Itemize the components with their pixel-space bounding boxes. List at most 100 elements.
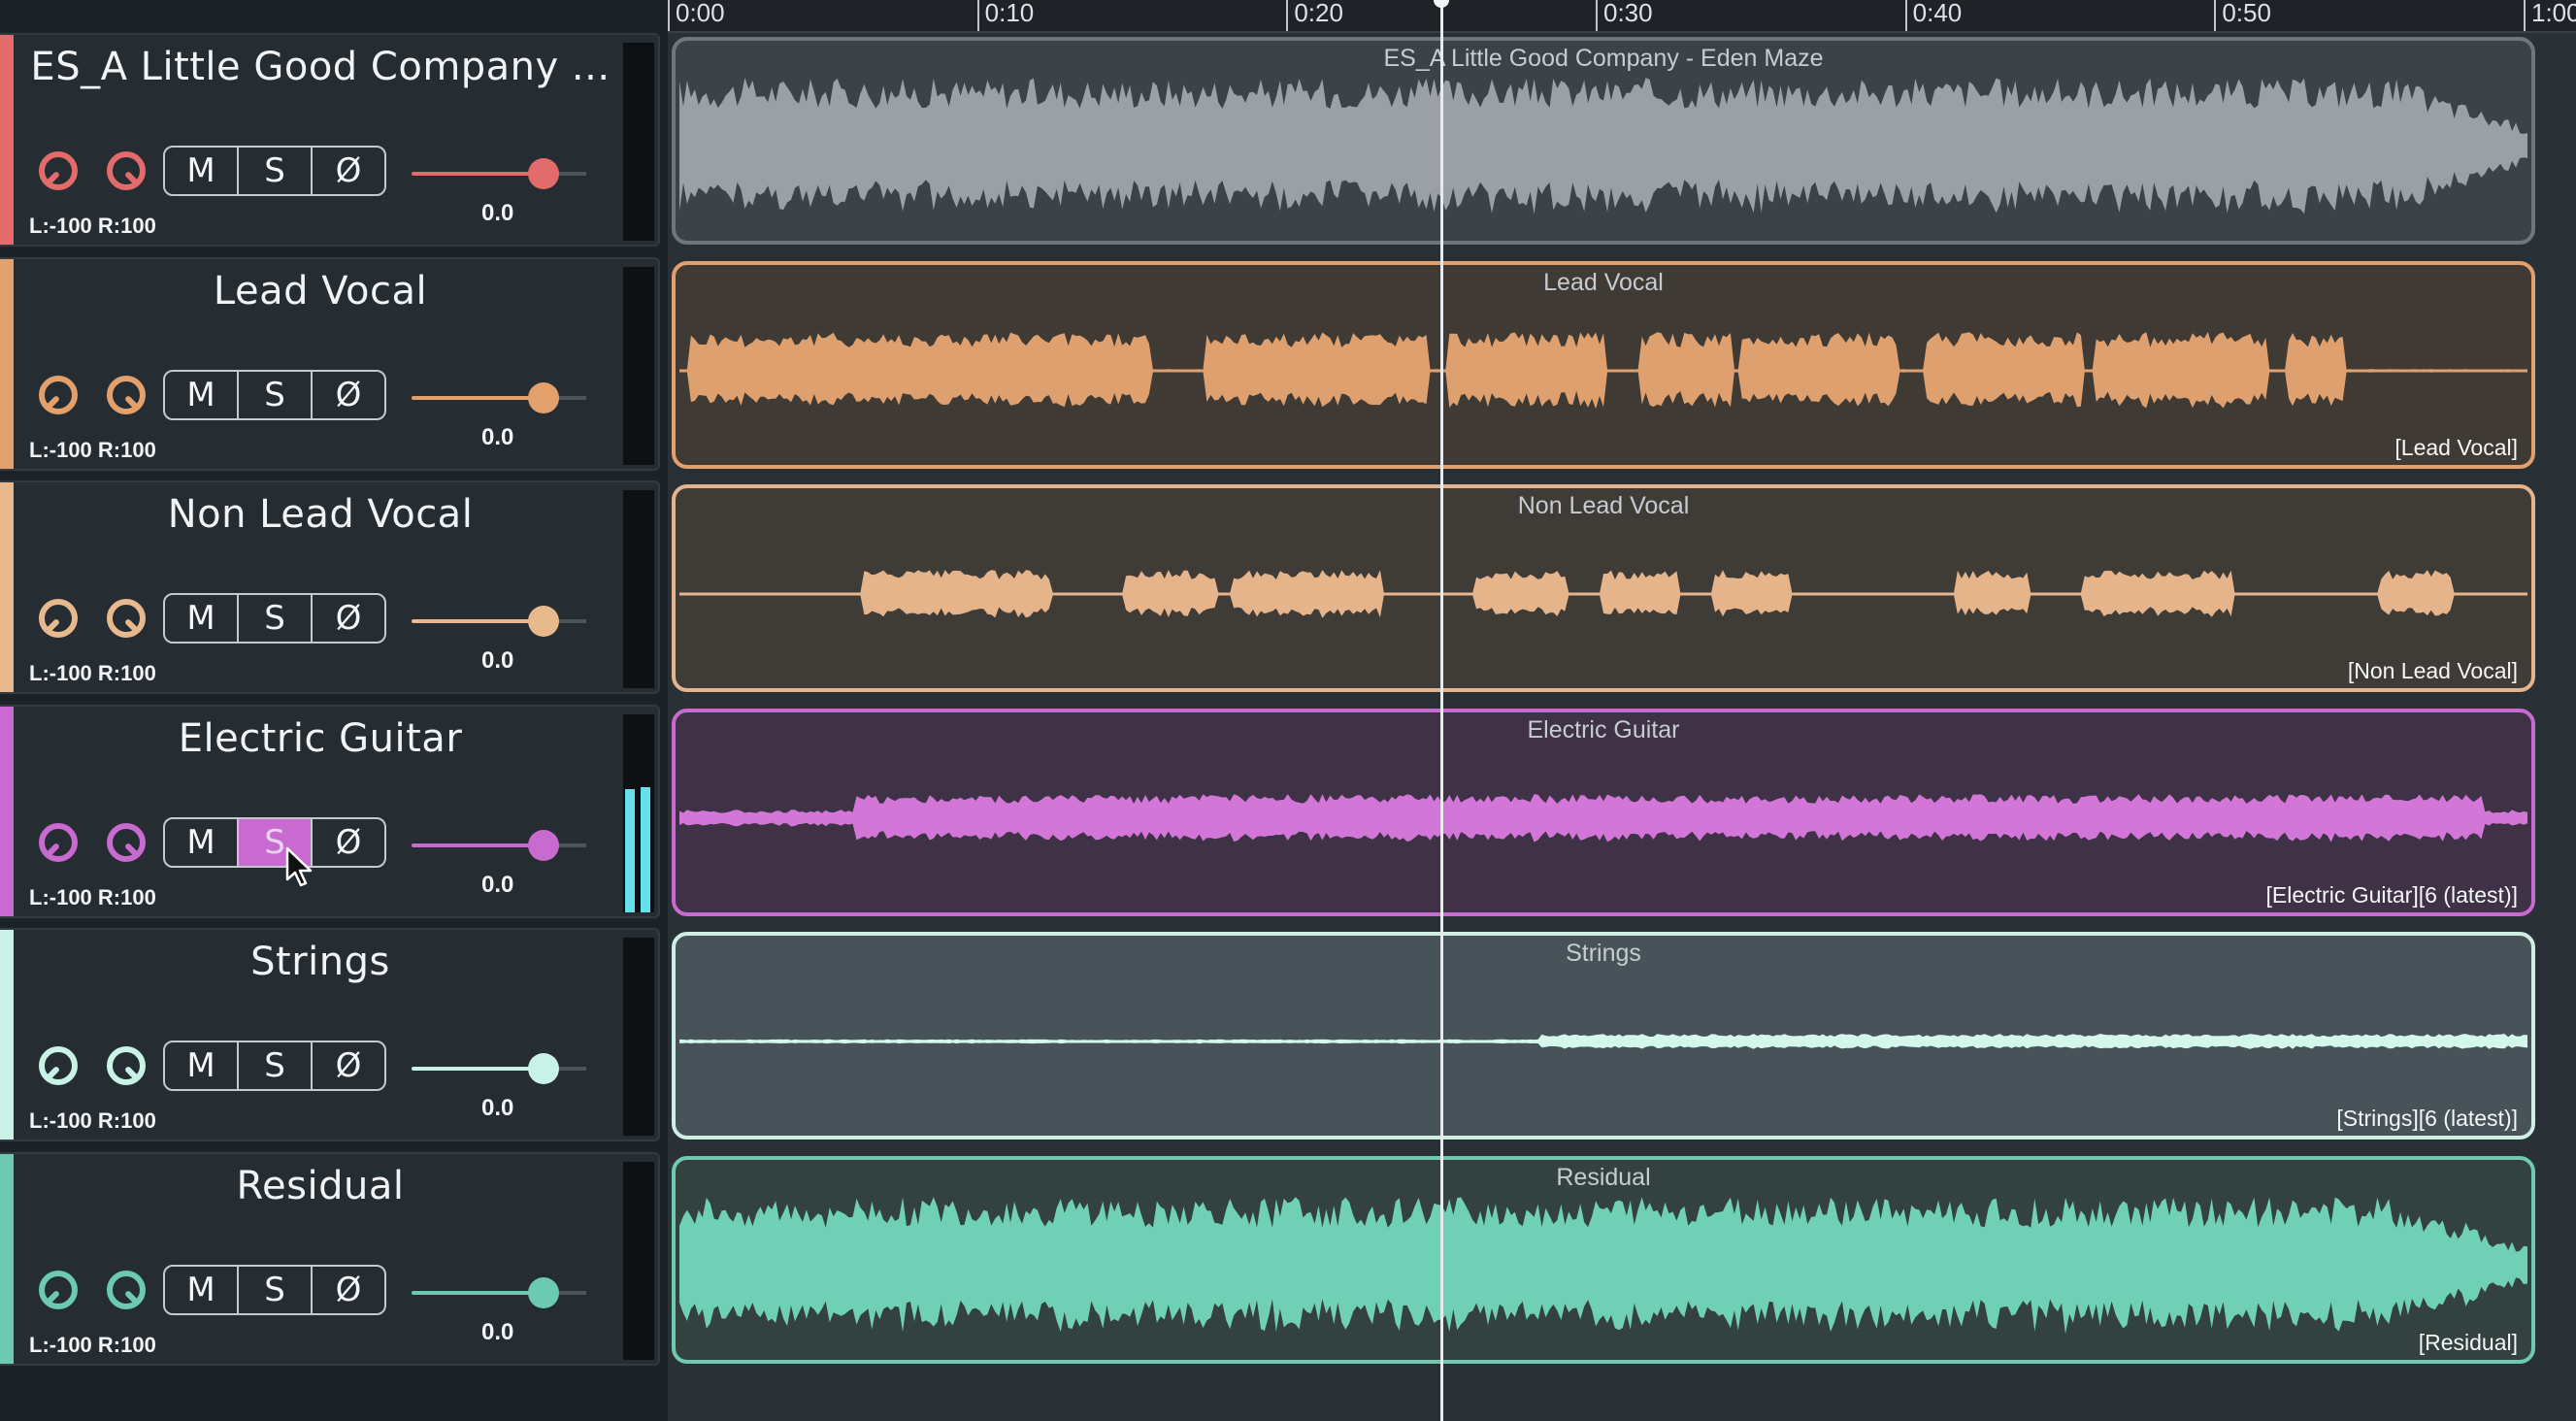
- track-header: Lead Vocal M S Ø L:-100 R:100 0.0: [0, 256, 660, 471]
- volume-fader[interactable]: [412, 381, 586, 413]
- audio-clip[interactable]: Electric Guitar [Electric Guitar][6 (late…: [672, 708, 2535, 916]
- audio-clip[interactable]: Lead Vocal [Lead Vocal]: [672, 260, 2535, 469]
- track-header: Residual M S Ø L:-100 R:100 0.0: [0, 1151, 660, 1366]
- clip-version-tag: [Residual]: [2418, 1329, 2518, 1355]
- knob-indicator: [123, 394, 141, 412]
- mute-button[interactable]: M: [165, 148, 239, 194]
- clip-version-tag: [Non Lead Vocal]: [2347, 658, 2518, 683]
- track-name[interactable]: ES_A Little Good Company ...: [29, 45, 611, 89]
- pan-range-label: L:-100 R:100: [29, 884, 156, 909]
- volume-fader[interactable]: [412, 1053, 586, 1084]
- clip-title: Non Lead Vocal: [1517, 492, 1690, 519]
- pan-left-knob[interactable]: [39, 599, 78, 638]
- knob-indicator: [44, 1065, 61, 1082]
- track-name[interactable]: Electric Guitar: [29, 716, 611, 761]
- audio-clip[interactable]: Residual [Residual]: [672, 1155, 2535, 1364]
- clip-version-tag: [Electric Guitar][6 (latest)]: [2265, 881, 2518, 908]
- level-meter: [623, 1161, 654, 1360]
- pan-left-knob[interactable]: [39, 822, 78, 862]
- audio-clip[interactable]: Strings [Strings][6 (latest)]: [672, 932, 2535, 1140]
- volume-fader-thumb[interactable]: [528, 381, 559, 413]
- track-name[interactable]: Non Lead Vocal: [29, 492, 611, 537]
- knob-indicator: [44, 1289, 61, 1306]
- ruler-tick: 1:00: [2524, 0, 2576, 31]
- playhead[interactable]: [1439, 0, 1443, 1421]
- solo-button[interactable]: S: [239, 595, 313, 642]
- phase-invert-button[interactable]: Ø: [313, 1042, 384, 1089]
- level-meter: [623, 490, 654, 688]
- volume-fader-thumb[interactable]: [528, 1276, 559, 1308]
- knob-indicator: [44, 170, 61, 187]
- level-meter: [623, 938, 654, 1136]
- pan-range-label: L:-100 R:100: [29, 214, 156, 238]
- mute-button[interactable]: M: [165, 371, 239, 418]
- ruler-tick: 0:30: [1596, 0, 1653, 31]
- volume-fader[interactable]: [412, 606, 586, 637]
- level-meter-left: [625, 789, 635, 912]
- volume-fader-fill: [412, 395, 544, 400]
- knob-indicator: [44, 842, 61, 859]
- pan-range-label: L:-100 R:100: [29, 1108, 156, 1133]
- track-color-bar: [0, 258, 14, 469]
- knob-indicator: [123, 1289, 141, 1306]
- track-header: ES_A Little Good Company ... M S Ø L:-100 R:…: [0, 33, 660, 247]
- volume-fader-fill: [412, 843, 544, 847]
- volume-fader-thumb[interactable]: [528, 158, 559, 189]
- pan-left-knob[interactable]: [39, 151, 78, 190]
- mute-button[interactable]: M: [165, 818, 239, 866]
- track-color-bar: [0, 1153, 14, 1364]
- volume-fader-thumb[interactable]: [528, 606, 559, 637]
- track-name[interactable]: Strings: [29, 940, 611, 984]
- volume-fader-thumb[interactable]: [528, 1053, 559, 1084]
- volume-fader[interactable]: [412, 1276, 586, 1308]
- volume-value: 0.0: [481, 1318, 514, 1345]
- pan-left-knob[interactable]: [39, 375, 78, 414]
- phase-invert-button[interactable]: Ø: [313, 819, 384, 866]
- mute-button[interactable]: M: [165, 1266, 239, 1313]
- pan-right-knob[interactable]: [107, 1046, 146, 1085]
- solo-button[interactable]: S: [239, 1266, 313, 1313]
- track-name[interactable]: Lead Vocal: [29, 269, 611, 314]
- pan-range-label: L:-100 R:100: [29, 661, 156, 685]
- knob-indicator: [44, 617, 61, 635]
- pan-right-knob[interactable]: [107, 1270, 146, 1309]
- solo-button[interactable]: S: [239, 148, 313, 194]
- mute-button[interactable]: M: [165, 1042, 239, 1089]
- ruler-tick: 0:00: [668, 0, 725, 31]
- pan-right-knob[interactable]: [107, 822, 146, 862]
- pan-left-knob[interactable]: [39, 1046, 78, 1085]
- pan-left-knob[interactable]: [39, 1270, 78, 1309]
- knob-indicator: [44, 394, 61, 412]
- level-meter: [623, 43, 654, 241]
- knob-indicator: [123, 170, 141, 187]
- phase-invert-button[interactable]: Ø: [313, 148, 384, 194]
- volume-value: 0.0: [481, 871, 514, 898]
- volume-fader[interactable]: [412, 829, 586, 861]
- phase-invert-button[interactable]: Ø: [313, 372, 384, 418]
- phase-invert-button[interactable]: Ø: [313, 1267, 384, 1313]
- track-header: Strings M S Ø L:-100 R:100 0.0: [0, 928, 660, 1141]
- pan-right-knob[interactable]: [107, 375, 146, 414]
- volume-value: 0.0: [481, 200, 514, 226]
- volume-fader-thumb[interactable]: [528, 829, 559, 861]
- mute-solo-phase-group: MSØ: [163, 816, 386, 868]
- solo-button[interactable]: S: [239, 371, 313, 418]
- ruler-tick: 0:10: [976, 0, 1034, 31]
- pan-range-label: L:-100 R:100: [29, 1332, 156, 1357]
- mouse-cursor-icon: [285, 846, 313, 887]
- volume-fader[interactable]: [412, 158, 586, 189]
- mute-button[interactable]: M: [165, 595, 239, 642]
- audio-clip[interactable]: Non Lead Vocal [Non Lead Vocal]: [672, 484, 2535, 692]
- ruler-tick-label: 0:50: [2222, 0, 2271, 27]
- time-ruler[interactable]: 0:00 0:10 0:20 0:30 0:40 0:50 1:00: [668, 0, 2576, 33]
- volume-value: 0.0: [481, 647, 514, 674]
- pan-right-knob[interactable]: [107, 599, 146, 638]
- pan-right-knob[interactable]: [107, 151, 146, 190]
- solo-button[interactable]: S: [239, 1042, 313, 1089]
- volume-fader-fill: [412, 1290, 544, 1295]
- mute-solo-phase-group: MSØ: [163, 593, 386, 644]
- audio-clip[interactable]: ES_A Little Good Company - Eden Maze: [672, 37, 2535, 245]
- phase-invert-button[interactable]: Ø: [313, 595, 384, 642]
- ruler-tick-label: 0:10: [984, 0, 1035, 27]
- track-name[interactable]: Residual: [29, 1164, 611, 1208]
